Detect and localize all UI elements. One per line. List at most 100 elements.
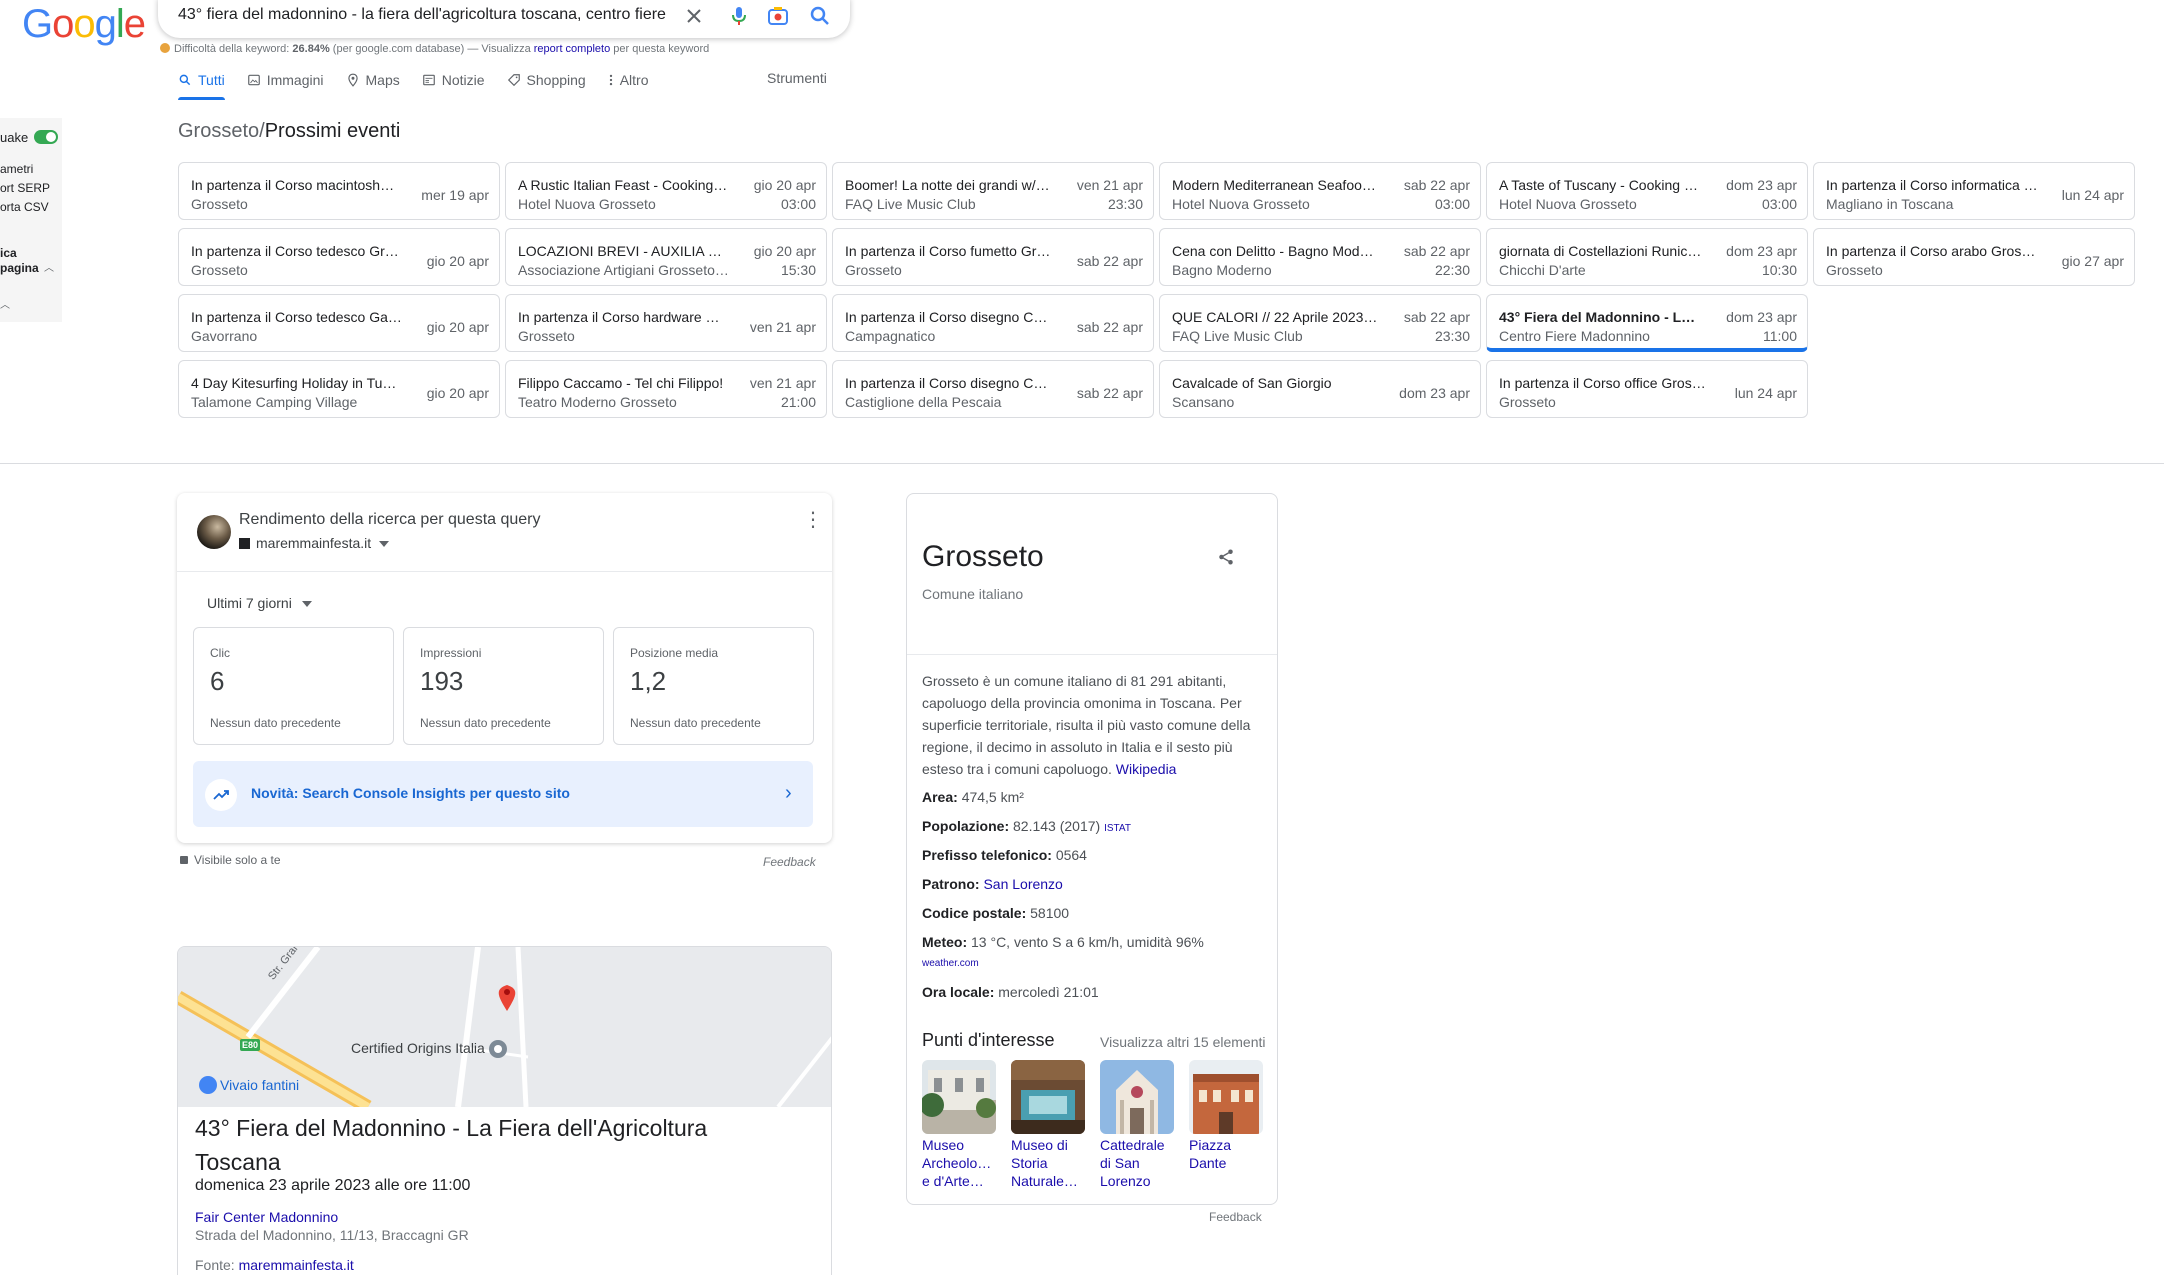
event-date: mer 19 apr xyxy=(421,187,489,203)
event-card[interactable]: LOCAZIONI BREVI - AUXILIA … Associazione … xyxy=(505,228,827,286)
chevron-up-icon[interactable]: ︿ xyxy=(44,259,54,274)
google-logo[interactable]: Google xyxy=(22,2,146,47)
tools-button[interactable]: Strumenti xyxy=(767,70,827,86)
event-name: Cavalcade of San Giorgio xyxy=(1172,375,1332,391)
poi-name: Museo di Storia Naturale… xyxy=(1011,1137,1078,1189)
event-card[interactable]: In partenza il Corso tedesco Ga… Gavorran… xyxy=(178,294,500,352)
clear-icon[interactable] xyxy=(682,4,706,28)
source-label: Fonte: xyxy=(195,1257,235,1273)
search-icon[interactable] xyxy=(808,4,832,28)
fact-label[interactable]: Popolazione: xyxy=(922,818,1009,834)
fact-label[interactable]: Ora locale: xyxy=(922,984,994,1000)
feedback-link[interactable]: Feedback xyxy=(763,855,816,869)
panel-item[interactable]: orta CSV xyxy=(0,200,49,214)
tab-tutti[interactable]: Tutti xyxy=(178,68,225,100)
full-report-link[interactable]: report completo xyxy=(534,43,610,55)
poi-item[interactable]: Cattedrale di San Lorenzo xyxy=(1100,1060,1174,1190)
event-name: In partenza il Corso office Gros… xyxy=(1499,375,1706,391)
fact-label[interactable]: Codice postale: xyxy=(922,905,1026,921)
event-date: gio 27 apr xyxy=(2061,253,2124,269)
more-vert-icon[interactable]: ⋮ xyxy=(803,510,823,530)
visibility-note: Visibile solo a te xyxy=(180,853,281,867)
source-link[interactable]: ISTAT xyxy=(1104,823,1131,834)
panel-item[interactable]: ametri xyxy=(0,162,33,176)
microphone-icon[interactable] xyxy=(727,4,751,28)
source-link[interactable]: maremmainfesta.it xyxy=(239,1257,354,1273)
tab-shopping[interactable]: Shopping xyxy=(507,68,586,92)
event-card[interactable]: Cavalcade of San Giorgio Scansano dom 23 a… xyxy=(1159,360,1481,418)
event-card[interactable]: In partenza il Corso informatica … Maglia… xyxy=(1813,162,2135,220)
avatar[interactable] xyxy=(197,515,231,549)
chevron-up-icon[interactable]: ︿ xyxy=(0,296,10,311)
fact-label[interactable]: Meteo: xyxy=(922,934,967,950)
share-icon[interactable] xyxy=(1217,548,1235,566)
event-time: 10:30 xyxy=(1761,262,1797,278)
more-vert-icon xyxy=(609,74,612,86)
event-time: 23:30 xyxy=(1434,328,1470,344)
tab-notizie[interactable]: Notizie xyxy=(422,68,485,92)
event-card[interactable]: giornata di Costellazioni Runic… Chicchi … xyxy=(1486,228,1808,286)
keyword-label: Difficoltà della keyword: xyxy=(174,43,290,55)
wikipedia-link[interactable]: Wikipedia xyxy=(1116,761,1177,777)
search-input[interactable]: 43° fiera del madonnino - la fiera dell'… xyxy=(178,6,666,24)
site-selector[interactable]: maremmainfesta.it xyxy=(239,535,389,552)
fact-value-link[interactable]: San Lorenzo xyxy=(983,876,1062,892)
event-card[interactable]: 4 Day Kitesurfing Holiday in Tu… Talamone… xyxy=(178,360,500,418)
camera-lens-icon[interactable] xyxy=(766,4,790,28)
fact-label[interactable]: Prefisso telefonico: xyxy=(922,847,1052,863)
fact-label[interactable]: Patrono: xyxy=(922,876,980,892)
event-place: FAQ Live Music Club xyxy=(845,196,976,212)
panel-item[interactable]: uake xyxy=(0,130,28,145)
map-place-label[interactable]: Vivaio fantini xyxy=(220,1077,299,1093)
breadcrumb-location[interactable]: Grosseto xyxy=(178,120,259,142)
event-map-card: Str. Grancia Sparapane E80 Certified Ori… xyxy=(177,946,832,1275)
poi-item[interactable]: Piazza Dante xyxy=(1189,1060,1263,1172)
insights-link[interactable]: Novità: Search Console Insights per ques… xyxy=(193,761,813,827)
event-card[interactable]: In partenza il Corso hardware … Grosseto v… xyxy=(505,294,827,352)
weather-source-link[interactable]: weather.com xyxy=(922,958,979,969)
map-place-label[interactable]: Certified Origins Italia xyxy=(351,1040,485,1056)
fact-population: Popolazione: 82.143 (2017) ISTAT xyxy=(922,818,1131,834)
event-card[interactable]: In partenza il Corso arabo Gros… Grosseto… xyxy=(1813,228,2135,286)
event-card[interactable]: In partenza il Corso disegno C… Castiglio… xyxy=(832,360,1154,418)
event-card[interactable]: A Rustic Italian Feast - Cooking… Hotel N… xyxy=(505,162,827,220)
event-card[interactable]: In partenza il Corso fumetto Gr… Grosseto… xyxy=(832,228,1154,286)
event-title[interactable]: 43° Fiera del Madonnino - La Fiera dell'… xyxy=(195,1111,795,1179)
map[interactable]: Str. Grancia Sparapane E80 Certified Ori… xyxy=(178,947,831,1107)
period-dropdown[interactable]: Ultimi 7 giorni xyxy=(207,595,312,612)
metric-value: 1,2 xyxy=(630,666,667,696)
poi-heading[interactable]: Punti d'interesse xyxy=(922,1030,1055,1051)
metric-label: Impressioni xyxy=(420,646,482,660)
tab-maps[interactable]: Maps xyxy=(346,68,400,92)
fact-local-time: Ora locale: mercoledì 21:01 xyxy=(922,984,1099,1000)
event-card[interactable]: In partenza il Corso macintosh… Grosseto m… xyxy=(178,162,500,220)
event-address: Strada del Madonnino, 11/13, Braccagni G… xyxy=(195,1227,469,1243)
event-card[interactable]: QUE CALORI // 22 Aprile 2023… FAQ Live Mu… xyxy=(1159,294,1481,352)
feedback-link[interactable]: Feedback xyxy=(1209,1210,1262,1224)
event-card[interactable]: Boomer! La notte dei grandi w/… FAQ Live … xyxy=(832,162,1154,220)
event-card[interactable]: Filippo Caccamo - Tel chi Filippo! Teatro… xyxy=(505,360,827,418)
panel-item[interactable]: ica xyxy=(0,246,17,260)
event-name: In partenza il Corso informatica … xyxy=(1826,177,2038,193)
poi-item[interactable]: Museo di Storia Naturale… xyxy=(1011,1060,1085,1190)
panel-item[interactable]: ort SERP xyxy=(0,181,50,195)
event-card[interactable]: A Taste of Tuscany - Cooking … Hotel Nuov… xyxy=(1486,162,1808,220)
tab-altro[interactable]: Altro xyxy=(608,68,649,92)
fact-label[interactable]: Area: xyxy=(922,789,958,805)
event-card[interactable]: Cena con Delitto - Bagno Mod… Bagno Moder… xyxy=(1159,228,1481,286)
event-date: ven 21 apr xyxy=(749,319,816,335)
search-box[interactable]: 43° fiera del madonnino - la fiera dell'… xyxy=(158,0,850,38)
poi-item[interactable]: Museo Archeolo… e d'Arte… xyxy=(922,1060,996,1190)
event-card[interactable]: 43° Fiera del Madonnino - L… Centro Fiere… xyxy=(1486,294,1808,352)
panel-item[interactable]: pagina xyxy=(0,261,39,275)
panel-toggle[interactable] xyxy=(34,130,58,144)
tab-immagini[interactable]: Immagini xyxy=(247,68,324,92)
event-card[interactable]: In partenza il Corso tedesco Gr… Grosseto… xyxy=(178,228,500,286)
event-card[interactable]: In partenza il Corso office Gros… Grosset… xyxy=(1486,360,1808,418)
event-date: sab 22 apr xyxy=(1403,309,1470,325)
chevron-right-icon: › xyxy=(785,782,792,804)
event-card[interactable]: In partenza il Corso disegno C… Campagnat… xyxy=(832,294,1154,352)
event-card[interactable]: Modern Mediterranean Seafoo… Hotel Nuova … xyxy=(1159,162,1481,220)
poi-more-link[interactable]: Visualizza altri 15 elementi xyxy=(1100,1034,1266,1050)
event-venue-link[interactable]: Fair Center Madonnino xyxy=(195,1209,338,1225)
